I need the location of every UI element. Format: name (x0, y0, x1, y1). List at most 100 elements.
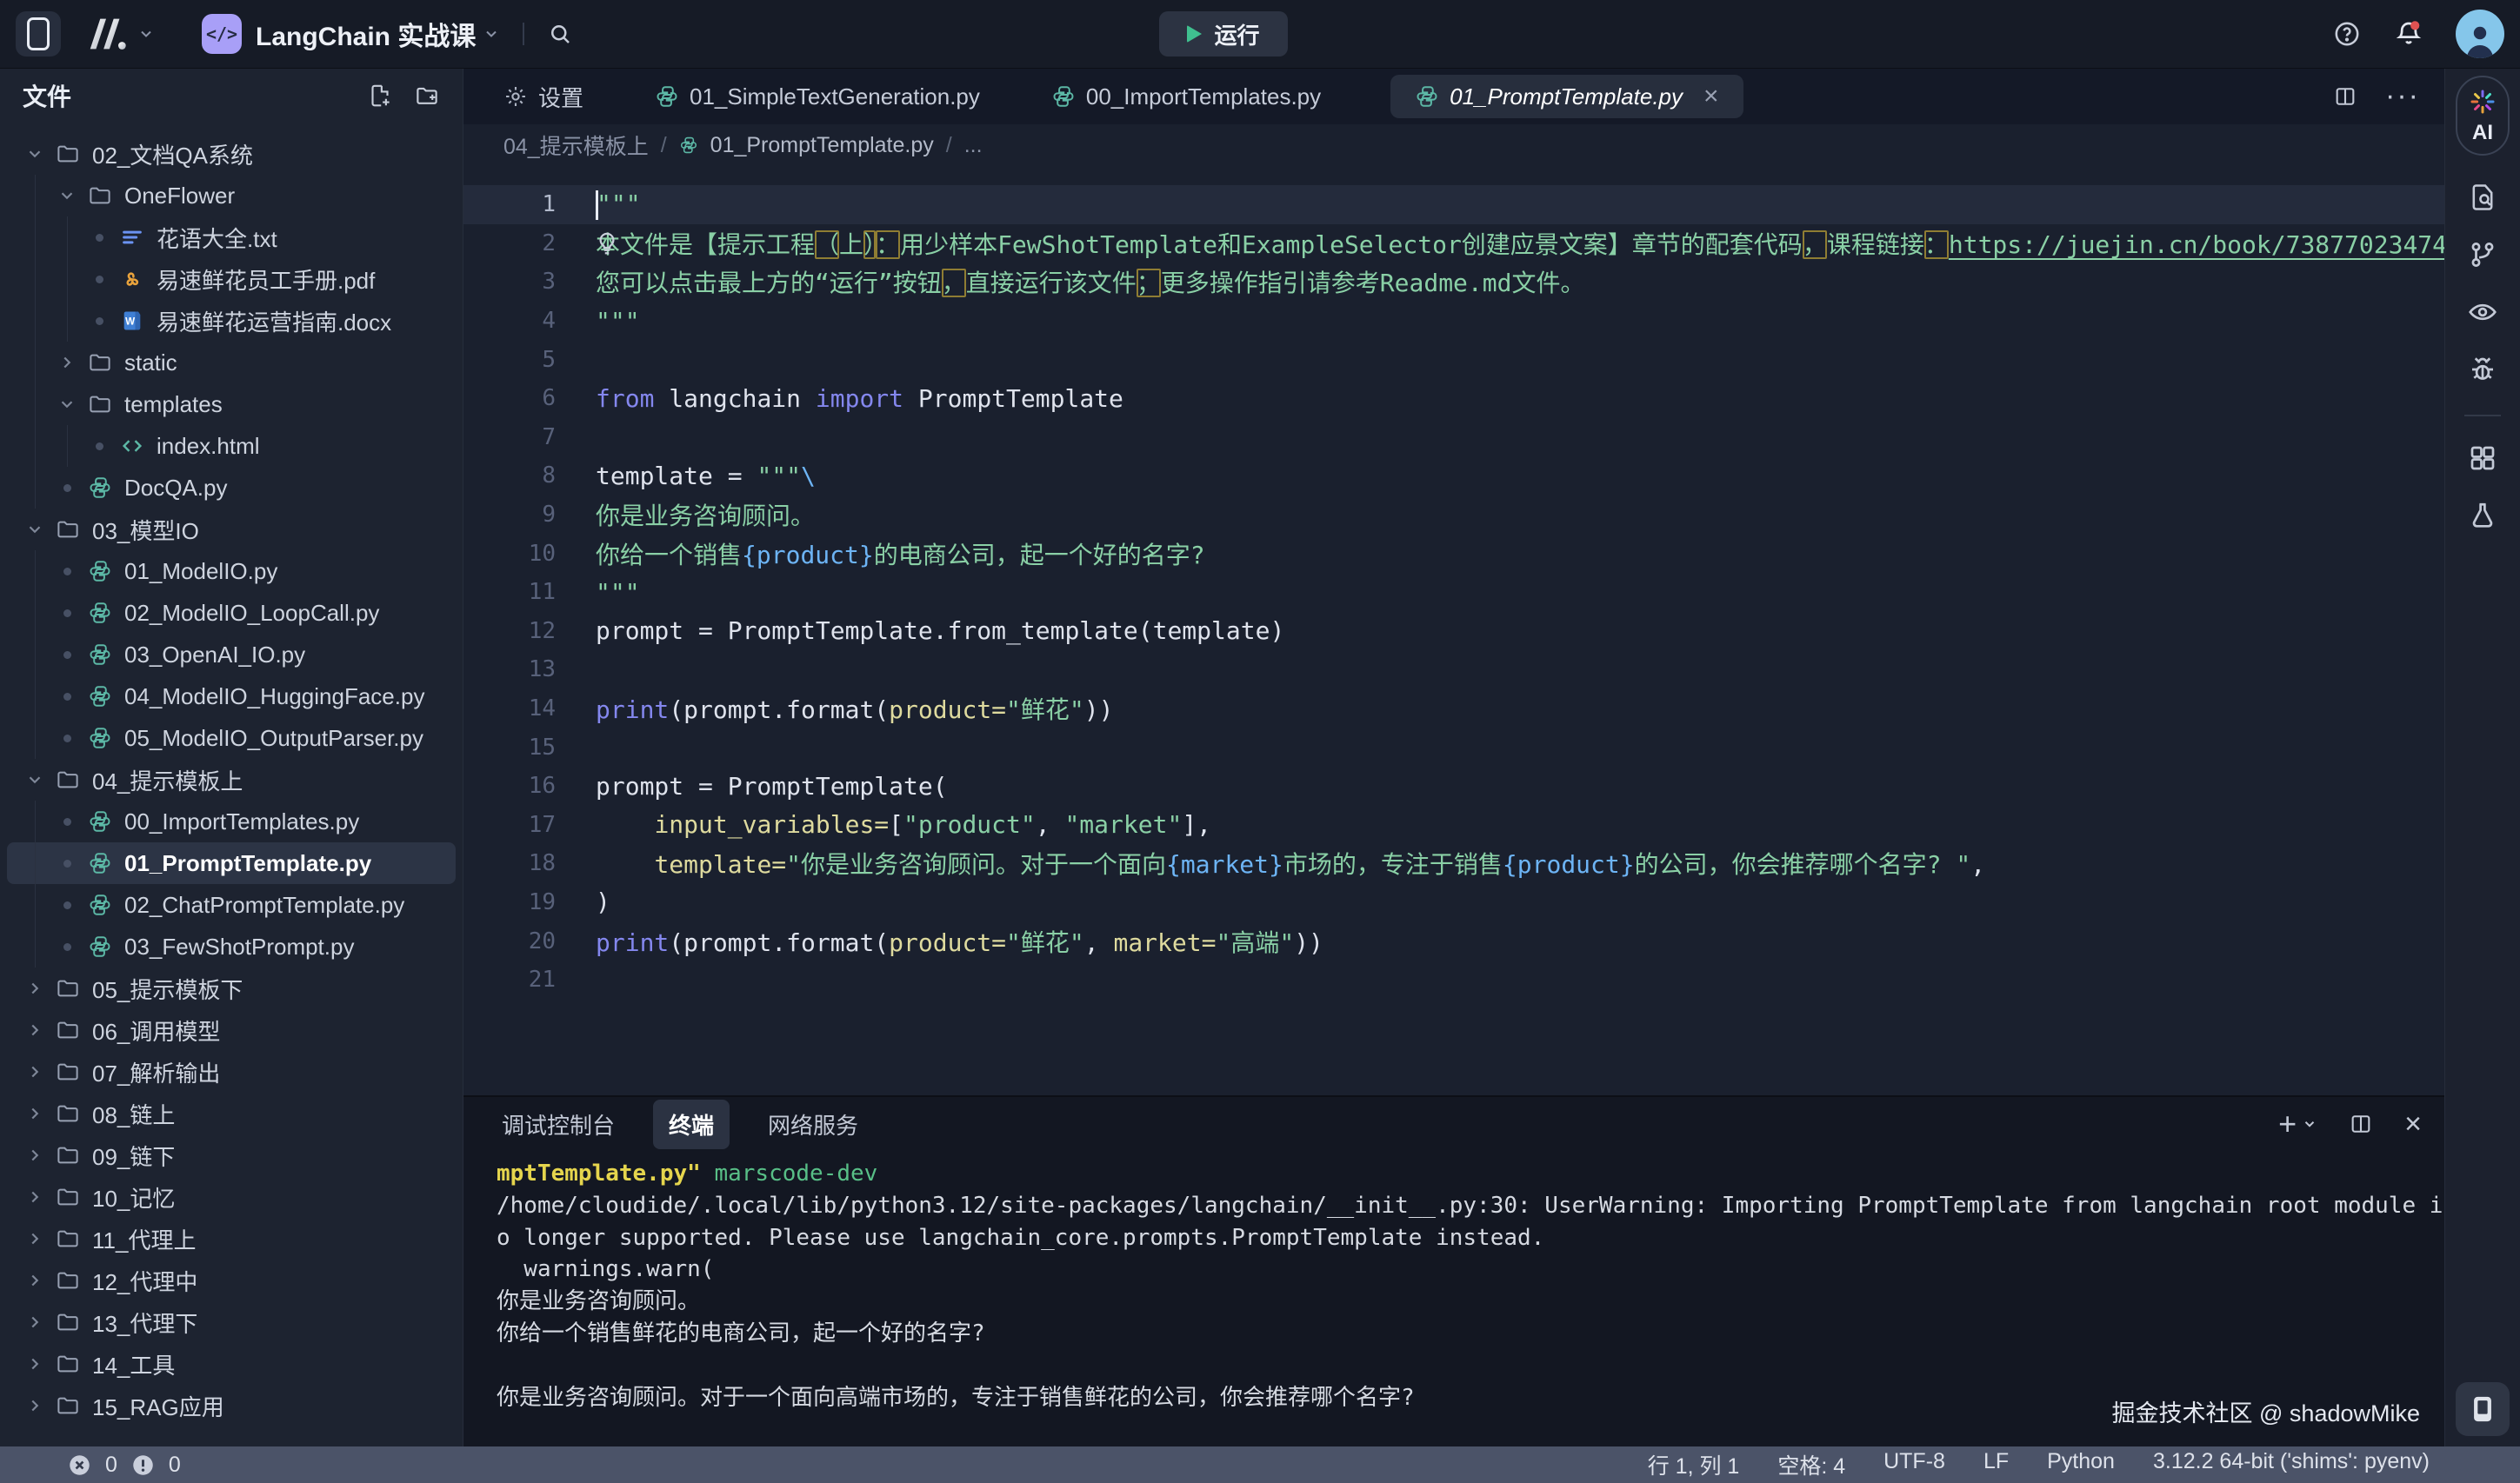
tree-item[interactable]: OneFlower (7, 175, 456, 216)
editor-tab[interactable]: 00_ImportTemplates.py (1027, 69, 1345, 124)
chevron-down-icon[interactable] (483, 25, 500, 43)
panel-tab[interactable]: 调试控制台 (486, 1100, 630, 1149)
search-icon[interactable] (547, 21, 573, 47)
breadcrumb-item[interactable]: ... (964, 133, 983, 158)
code-line[interactable]: 19) (463, 883, 2444, 922)
status-item[interactable]: 空格: 4 (1777, 1449, 1845, 1480)
project-name[interactable]: LangChain 实战课 (256, 15, 476, 53)
tree-item[interactable]: 02_文档QA系统 (7, 133, 456, 175)
code-line[interactable]: 16prompt = PromptTemplate( (463, 767, 2444, 806)
help-icon[interactable] (2332, 19, 2362, 49)
code-line[interactable]: 7 (463, 418, 2444, 457)
tree-item[interactable]: 02_ModelIO_LoopCall.py (7, 592, 456, 634)
tree-item[interactable]: 14_工具 (7, 1343, 456, 1385)
code-line[interactable]: 13 (463, 650, 2444, 689)
tree-item[interactable]: 09_链下 (7, 1134, 456, 1176)
lightbulb-icon[interactable] (594, 230, 620, 256)
debug-bug-icon[interactable] (2467, 354, 2498, 385)
tree-item[interactable]: index.html (7, 425, 456, 467)
panel-tab-active[interactable]: 终端 (653, 1100, 730, 1149)
code-line-text: ) (596, 888, 610, 916)
tree-item[interactable]: 01_PromptTemplate.py (7, 842, 456, 884)
code-line[interactable]: 12prompt = PromptTemplate.from_template(… (463, 612, 2444, 651)
tree-item[interactable]: 06_调用模型 (7, 1009, 456, 1051)
tree-item[interactable]: 05_ModelIO_OutputParser.py (7, 717, 456, 759)
new-file-icon[interactable] (367, 83, 393, 109)
tree-item[interactable]: 12_代理中 (7, 1260, 456, 1301)
new-folder-icon[interactable] (414, 83, 440, 109)
tree-item[interactable]: W易速鲜花运营指南.docx (7, 300, 456, 342)
code-line[interactable]: 3您可以点击最上方的“运行”按钮，直接运行该文件；更多操作指引请参考Readme… (463, 263, 2444, 302)
code-line[interactable]: 9你是业务咨询顾问。 (463, 495, 2444, 535)
device-preview-button[interactable] (2456, 1382, 2510, 1436)
status-item[interactable]: Python (2047, 1449, 2115, 1480)
code-line[interactable]: 4""" (463, 302, 2444, 341)
code-editor[interactable]: 1"""2本文件是【提示工程（上）：用少样本FewShotTemplate和Ex… (463, 166, 2444, 1095)
close-panel-icon[interactable]: × (2404, 1109, 2422, 1139)
code-review-eye-icon[interactable] (2467, 296, 2498, 328)
code-line[interactable]: 21 (463, 961, 2444, 1000)
chevron-down-icon[interactable] (137, 25, 155, 43)
source-control-icon[interactable] (2467, 239, 2498, 270)
code-line[interactable]: 17 input_variables=["product", "market"]… (463, 806, 2444, 845)
tree-item[interactable]: 03_FewShotPrompt.py (7, 926, 456, 968)
status-item[interactable]: LF (1983, 1449, 2009, 1480)
avatar[interactable] (2456, 10, 2504, 58)
code-line[interactable]: 10你给一个销售{product}的电商公司，起一个好的名字? (463, 534, 2444, 573)
code-line-current[interactable]: 1""" (463, 185, 2444, 224)
editor-tab[interactable]: 设置 (479, 69, 608, 124)
split-editor-icon[interactable] (2333, 84, 2357, 109)
tree-item[interactable]: 00_ImportTemplates.py (7, 801, 456, 842)
breadcrumb-item[interactable]: 01_PromptTemplate.py (710, 133, 934, 158)
lab-flask-icon[interactable] (2467, 500, 2498, 531)
panel-tab[interactable]: 网络服务 (752, 1100, 874, 1149)
code-line[interactable]: 20print(prompt.format(product="鲜花", mark… (463, 921, 2444, 961)
tree-item[interactable]: templates (7, 383, 456, 425)
sidebar-toggle-button[interactable] (16, 11, 61, 57)
editor-tab-active[interactable]: 01_PromptTemplate.py× (1390, 75, 1743, 118)
more-actions-icon[interactable]: ··· (2385, 90, 2420, 103)
run-button[interactable]: 运行 (1159, 11, 1288, 57)
tree-item[interactable]: DocQA.py (7, 467, 456, 509)
marscode-logo[interactable] (83, 17, 130, 51)
breadcrumb-item[interactable]: 04_提示模板上 (503, 130, 649, 161)
tree-item[interactable]: 08_链上 (7, 1093, 456, 1134)
code-line[interactable]: 6from langchain import PromptTemplate (463, 379, 2444, 418)
tab-close-icon[interactable]: × (1703, 83, 1719, 110)
status-item[interactable]: 行 1, 列 1 (1648, 1449, 1740, 1480)
status-item[interactable]: 3.12.2 64-bit ('shims': pyenv) (2153, 1449, 2430, 1480)
warnings-icon[interactable] (131, 1453, 155, 1477)
tree-item[interactable]: 13_代理下 (7, 1301, 456, 1343)
tree-item[interactable]: 易速鲜花员工手册.pdf (7, 258, 456, 300)
tree-item[interactable]: 04_提示模板上 (7, 759, 456, 801)
code-line[interactable]: 15 (463, 728, 2444, 767)
code-line[interactable]: 11""" (463, 573, 2444, 612)
code-line[interactable]: 14print(prompt.format(product="鲜花")) (463, 689, 2444, 728)
notifications-bell-icon[interactable] (2393, 18, 2424, 50)
tree-item[interactable]: 03_OpenAI_IO.py (7, 634, 456, 675)
editor-tab[interactable]: 01_SimpleTextGeneration.py (630, 69, 1004, 124)
tree-item[interactable]: 11_代理上 (7, 1218, 456, 1260)
code-line[interactable]: 2本文件是【提示工程（上）：用少样本FewShotTemplate和Exampl… (463, 224, 2444, 263)
extensions-grid-icon[interactable] (2467, 442, 2498, 474)
code-line[interactable]: 18 template="你是业务咨询顾问。对于一个面向{market}市场的，… (463, 844, 2444, 883)
tree-item[interactable]: 15_RAG应用 (7, 1385, 456, 1426)
tree-item[interactable]: 04_ModelIO_HuggingFace.py (7, 675, 456, 717)
file-search-icon[interactable] (2467, 182, 2498, 213)
ai-assistant-button[interactable]: AI (2456, 76, 2510, 156)
status-item[interactable]: UTF-8 (1883, 1449, 1945, 1480)
tree-item[interactable]: 05_提示模板下 (7, 968, 456, 1009)
new-terminal-button[interactable]: + (2278, 1108, 2317, 1140)
tree-item[interactable]: 07_解析输出 (7, 1051, 456, 1093)
errors-icon[interactable] (68, 1453, 91, 1477)
tree-item[interactable]: 02_ChatPromptTemplate.py (7, 884, 456, 926)
tree-item[interactable]: 01_ModelIO.py (7, 550, 456, 592)
tree-item[interactable]: static (7, 342, 456, 383)
tree-item[interactable]: 03_模型IO (7, 509, 456, 550)
tree-item[interactable]: 10_记忆 (7, 1176, 456, 1218)
code-line[interactable]: 5 (463, 340, 2444, 379)
indent-guide (67, 216, 68, 258)
tree-item[interactable]: 花语大全.txt (7, 216, 456, 258)
code-line[interactable]: 8template = """\ (463, 456, 2444, 495)
split-terminal-icon[interactable] (2349, 1112, 2373, 1136)
